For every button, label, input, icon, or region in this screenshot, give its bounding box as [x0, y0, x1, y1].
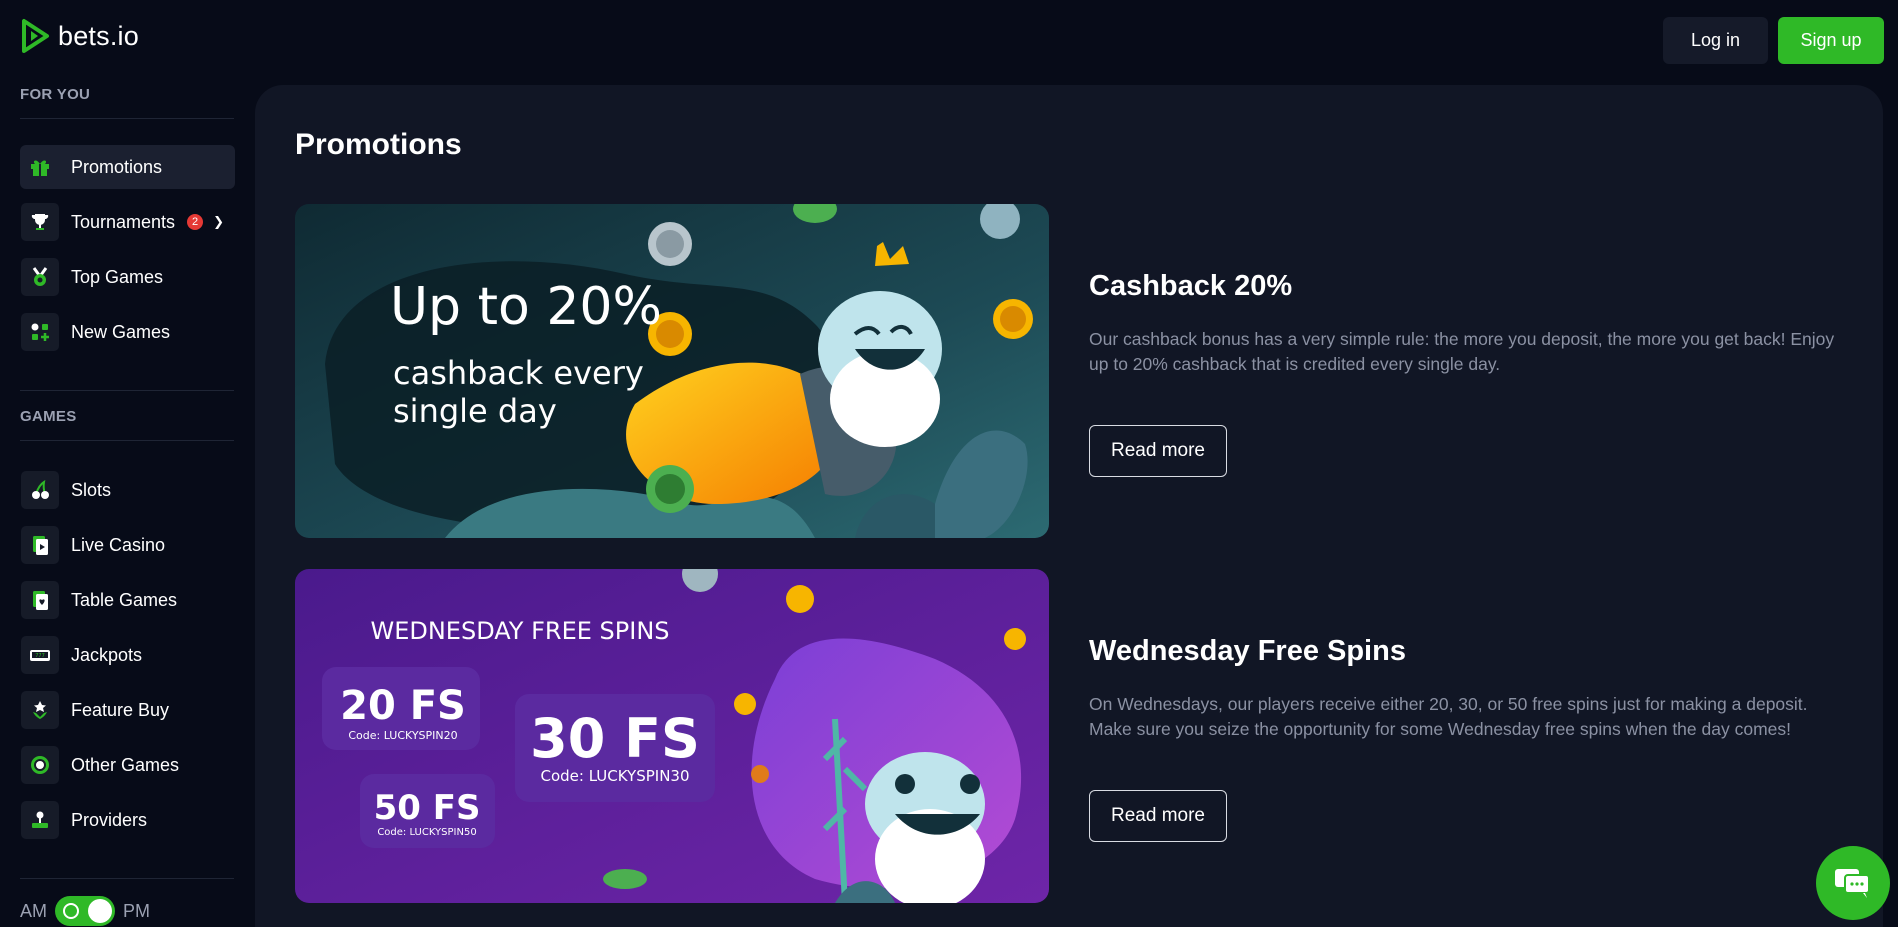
- promo-description-cashback: Our cashback bonus has a very simple rul…: [1089, 329, 1835, 374]
- divider: [20, 118, 234, 119]
- sun-icon: [63, 903, 79, 919]
- chip-icon: [21, 746, 59, 784]
- sidebar-item-tournaments[interactable]: Tournaments 2 ❯: [20, 200, 235, 244]
- new-games-icon: [21, 313, 59, 351]
- medal-icon: [21, 258, 59, 296]
- sidebar-item-top-games[interactable]: Top Games: [20, 255, 235, 299]
- svg-text:777: 777: [35, 653, 45, 659]
- sidebar-item-label: Feature Buy: [71, 699, 170, 720]
- page-title: Promotions: [295, 128, 462, 161]
- login-button[interactable]: Log in: [1663, 17, 1768, 64]
- section-label-for-you: FOR YOU: [20, 86, 91, 103]
- sidebar-item-label: Tournaments: [71, 211, 176, 232]
- banner-heading: WEDNESDAY FREE SPINS: [370, 617, 669, 645]
- cherry-icon: [21, 471, 59, 509]
- free-spins-banner-art: WEDNESDAY FREE SPINS 20 FS Code: LUCKYSP…: [295, 569, 1049, 903]
- trophy-icon: [21, 203, 59, 241]
- sidebar-item-slots[interactable]: Slots: [20, 468, 235, 512]
- sidebar-item-jackpots[interactable]: 777 Jackpots: [20, 633, 235, 677]
- joystick-icon: [21, 801, 59, 839]
- wednesday-free-spins-banner[interactable]: WEDNESDAY FREE SPINS 20 FS Code: LUCKYSP…: [295, 569, 1049, 903]
- theme-toggle-row: AM PM: [20, 896, 150, 926]
- sidebar-item-label: Other Games: [71, 754, 180, 775]
- banner-headline: Up to 20%: [390, 277, 662, 337]
- divider: [20, 878, 234, 879]
- sidebar-item-providers[interactable]: Providers: [20, 798, 235, 842]
- divider: [20, 440, 234, 441]
- signup-button[interactable]: Sign up: [1778, 17, 1884, 64]
- chat-bubble-icon: [1835, 869, 1870, 898]
- sidebar-item-live-casino[interactable]: Live Casino: [20, 523, 235, 567]
- cards-icon: [21, 581, 59, 619]
- promo-description-wednesday-free-spins: On Wednesdays, our players receive eithe…: [1089, 694, 1808, 739]
- chevron-down-icon[interactable]: ❯: [213, 214, 224, 230]
- cashback-banner[interactable]: Up to 20% cashback every single day: [295, 204, 1049, 538]
- sidebar-item-new-games[interactable]: New Games: [20, 310, 235, 354]
- promo-title-wednesday-free-spins: Wednesday Free Spins: [1089, 635, 1406, 667]
- brand-name: bets.io: [58, 20, 139, 51]
- brand-logo[interactable]: bets.io: [20, 18, 139, 54]
- toggle-knob: [88, 899, 112, 923]
- theme-toggle[interactable]: [55, 896, 115, 926]
- sidebar-item-promotions[interactable]: Promotions: [20, 145, 235, 189]
- banner-line-1: cashback every: [393, 354, 644, 392]
- offer-fs-30: 30 FS: [530, 707, 700, 770]
- feature-buy-icon: [21, 691, 59, 729]
- sidebar-item-label: Live Casino: [71, 534, 166, 555]
- live-chat-button[interactable]: [1816, 846, 1890, 920]
- offer-code-20: Code: LUCKYSPIN20: [348, 729, 457, 742]
- offer-fs-50: 50 FS: [374, 788, 481, 828]
- toggle-left-label: AM: [20, 900, 47, 921]
- notification-badge: 2: [187, 214, 204, 230]
- sidebar-item-label: Promotions: [71, 156, 163, 177]
- read-more-button-cashback[interactable]: Read more: [1089, 425, 1227, 477]
- toggle-right-label: PM: [123, 900, 150, 921]
- sidebar-item-label: New Games: [71, 321, 171, 342]
- cashback-banner-art: Up to 20% cashback every single day: [295, 204, 1049, 538]
- sidebar-item-table-games[interactable]: Table Games: [20, 578, 235, 622]
- live-casino-icon: [21, 526, 59, 564]
- section-label-games: GAMES: [20, 408, 77, 425]
- offer-code-30: Code: LUCKYSPIN30: [540, 767, 689, 785]
- sidebar-item-label: Top Games: [71, 266, 164, 287]
- banner-line-2: single day: [393, 392, 557, 430]
- sidebar-item-label: Providers: [71, 809, 148, 830]
- sidebar-item-other-games[interactable]: Other Games: [20, 743, 235, 787]
- sidebar-item-label: Slots: [71, 479, 112, 500]
- offer-fs-20: 20 FS: [340, 683, 466, 729]
- divider: [20, 390, 234, 391]
- jackpot-icon: 777: [21, 636, 59, 674]
- sidebar-item-label: Jackpots: [71, 644, 143, 665]
- promo-title-cashback: Cashback 20%: [1089, 270, 1293, 302]
- gift-icon: [21, 148, 59, 186]
- sidebar-item-label: Table Games: [71, 589, 178, 610]
- offer-code-50: Code: LUCKYSPIN50: [377, 827, 476, 838]
- logo-icon: [22, 19, 49, 53]
- read-more-button-wednesday-free-spins[interactable]: Read more: [1089, 790, 1227, 842]
- sidebar-item-feature-buy[interactable]: Feature Buy: [20, 688, 235, 732]
